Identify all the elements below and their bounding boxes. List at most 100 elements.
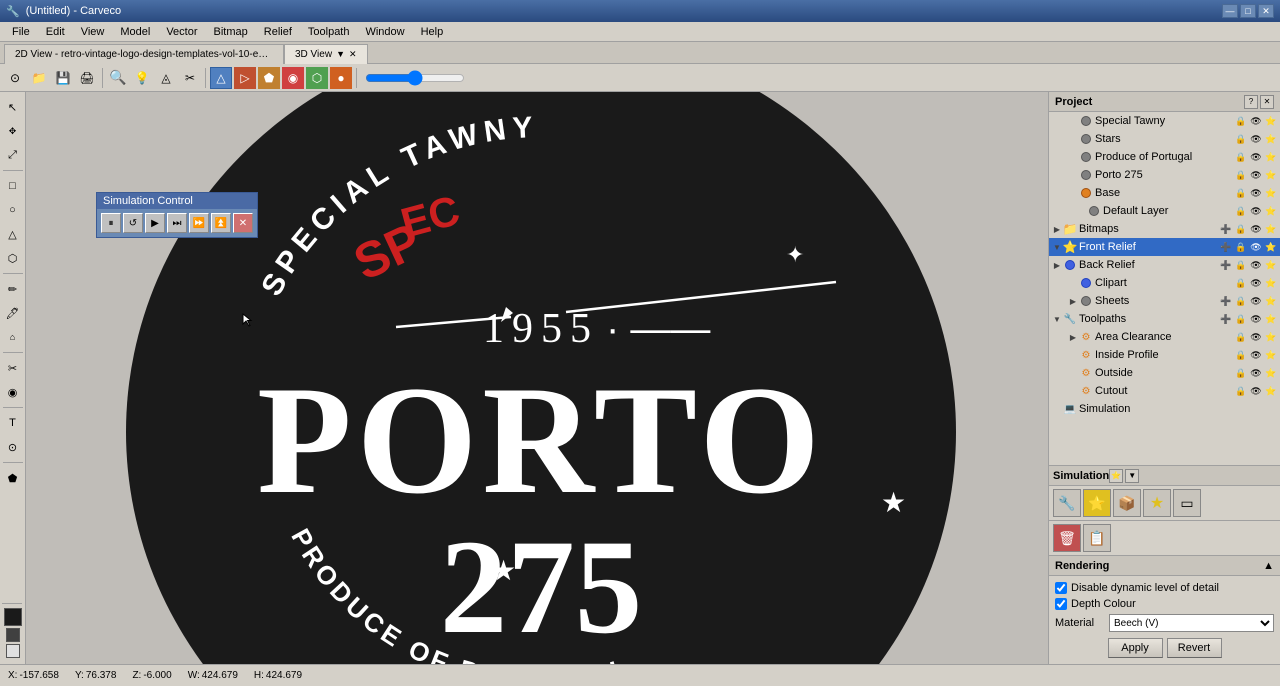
menu-item-help[interactable]: Help <box>413 24 452 40</box>
tree-action-vis[interactable]: 👁 <box>1249 204 1263 218</box>
menu-item-bitmap[interactable]: Bitmap <box>206 24 256 40</box>
tree-action-vis[interactable]: 👁 <box>1249 240 1263 254</box>
tab-dropdown-icon[interactable]: ▼ <box>336 49 345 59</box>
toolbar-zoom[interactable]: 🔍 <box>107 67 129 89</box>
tree-item-special-tawny[interactable]: Special Tawny 🔒 👁 ⭐ <box>1049 112 1280 130</box>
tree-action-star[interactable]: ⭐ <box>1264 186 1278 200</box>
tree-item-default-layer[interactable]: Default Layer 🔒 👁 ⭐ <box>1049 202 1280 220</box>
tree-action-lock[interactable]: 🔒 <box>1234 276 1248 290</box>
menu-item-file[interactable]: File <box>4 24 38 40</box>
menu-item-toolpath[interactable]: Toolpath <box>300 24 358 40</box>
tool-poly[interactable]: △ <box>2 223 24 245</box>
tree-action-vis[interactable]: 👁 <box>1249 186 1263 200</box>
tree-action-star[interactable]: ⭐ <box>1264 222 1278 236</box>
tool-select[interactable]: ↖ <box>2 96 24 118</box>
tree-action-vis[interactable]: 👁 <box>1249 330 1263 344</box>
sim-tool-layers[interactable]: 📋 <box>1083 524 1111 552</box>
sim-header-btn2[interactable]: ▼ <box>1125 469 1139 483</box>
sim-tool-delete[interactable]: 🗑 <box>1053 524 1081 552</box>
tree-item-clipart[interactable]: Clipart 🔒 👁 ⭐ <box>1049 274 1280 292</box>
tree-item-outside[interactable]: ⚙ Outside 🔒 👁 ⭐ <box>1049 364 1280 382</box>
tab-2d-view[interactable]: 2D View - retro-vintage-logo-design-temp… <box>4 44 284 64</box>
tree-action-vis[interactable]: 👁 <box>1249 276 1263 290</box>
tree-action-lock[interactable]: 🔒 <box>1234 168 1248 182</box>
toolbar-open[interactable]: 📁 <box>28 67 50 89</box>
tree-action-vis[interactable]: 👁 <box>1249 150 1263 164</box>
depth-colour-checkbox[interactable] <box>1055 598 1067 610</box>
rendering-section-header[interactable]: Rendering ▲ <box>1049 556 1280 576</box>
toolbar-print[interactable]: 🖨 <box>76 67 98 89</box>
tree-action-lock[interactable]: 🔒 <box>1234 348 1248 362</box>
toolbar-mesh[interactable]: ◬ <box>155 67 177 89</box>
tree-item-area-clearance[interactable]: ▶ ⚙ Area Clearance 🔒 👁 ⭐ <box>1049 328 1280 346</box>
tool-pencil[interactable]: ✏ <box>2 278 24 300</box>
tree-item-base[interactable]: Base 🔒 👁 ⭐ <box>1049 184 1280 202</box>
tree-action-lock[interactable]: 🔒 <box>1234 330 1248 344</box>
tool-rect[interactable]: □ <box>2 175 24 197</box>
tree-action-vis[interactable]: 👁 <box>1249 348 1263 362</box>
tool-spiro[interactable]: ⌂ <box>2 326 24 348</box>
menu-item-model[interactable]: Model <box>112 24 158 40</box>
tool-node[interactable]: ✥ <box>2 120 24 142</box>
tree-action-star[interactable]: ⭐ <box>1264 312 1278 326</box>
sim-close-button[interactable]: ✕ <box>233 213 253 233</box>
toolbar-relief3[interactable]: ⬟ <box>258 67 280 89</box>
tree-item-inside-profile[interactable]: ⚙ Inside Profile 🔒 👁 ⭐ <box>1049 346 1280 364</box>
zoom-slider[interactable] <box>365 70 465 86</box>
canvas-area[interactable]: PORTO 275 1955 · —— SPECIAL TAWNY SP EC <box>26 92 1048 664</box>
toolbar-save[interactable]: 💾 <box>52 67 74 89</box>
toolbar-relief5[interactable]: ⬡ <box>306 67 328 89</box>
menu-item-window[interactable]: Window <box>357 24 412 40</box>
tool-scissors[interactable]: ✂ <box>2 357 24 379</box>
toolbar-cut[interactable]: ✂ <box>179 67 201 89</box>
tool-relief[interactable]: ⬟ <box>2 467 24 489</box>
tree-action-lock[interactable]: 🔒 <box>1234 294 1248 308</box>
minimize-button[interactable]: — <box>1222 4 1238 18</box>
tree-action-star[interactable]: ⭐ <box>1264 114 1278 128</box>
tree-action-vis[interactable]: 👁 <box>1249 294 1263 308</box>
tree-action-vis[interactable]: 👁 <box>1249 384 1263 398</box>
revert-button[interactable]: Revert <box>1167 638 1222 658</box>
toolbar-relief6[interactable]: ● <box>330 67 352 89</box>
tool-symbol[interactable]: ⊙ <box>2 436 24 458</box>
toolbar-new[interactable]: ⊙ <box>4 67 26 89</box>
tree-item-front-relief[interactable]: ▼ ⭐ Front Relief ➕ 🔒 👁 ⭐ <box>1049 238 1280 256</box>
dyn-lod-checkbox[interactable] <box>1055 582 1067 594</box>
simulation-section-header[interactable]: Simulation ⭐ ▼ <box>1049 466 1280 486</box>
tab-close-icon[interactable]: ✕ <box>349 49 357 60</box>
sim-pause-button[interactable]: ⏸ <box>101 213 121 233</box>
tree-action-add[interactable]: ➕ <box>1219 294 1233 308</box>
tree-item-back-relief[interactable]: ▶ Back Relief ➕ 🔒 👁 ⭐ <box>1049 256 1280 274</box>
tree-action-vis[interactable]: 👁 <box>1249 312 1263 326</box>
tree-action-lock[interactable]: 🔒 <box>1234 258 1248 272</box>
toolbar-light[interactable]: 💡 <box>131 67 153 89</box>
close-button[interactable]: ✕ <box>1258 4 1274 18</box>
color-swatch-black[interactable] <box>4 608 22 626</box>
tree-action-star[interactable]: ⭐ <box>1264 384 1278 398</box>
tree-action-star[interactable]: ⭐ <box>1264 294 1278 308</box>
tree-action-vis[interactable]: 👁 <box>1249 114 1263 128</box>
apply-button[interactable]: Apply <box>1108 638 1163 658</box>
sim-tool-btn-3[interactable]: 📦 <box>1113 489 1141 517</box>
tree-action-vis[interactable]: 👁 <box>1249 132 1263 146</box>
color-swatch-dark[interactable] <box>6 628 20 642</box>
tree-action-star[interactable]: ⭐ <box>1264 330 1278 344</box>
tree-action-star[interactable]: ⭐ <box>1264 240 1278 254</box>
tree-item-stars[interactable]: Stars 🔒 👁 ⭐ <box>1049 130 1280 148</box>
maximize-button[interactable]: □ <box>1240 4 1256 18</box>
menu-item-edit[interactable]: Edit <box>38 24 73 40</box>
material-select[interactable]: Beech (V) Oak Pine Mahogany Walnut <box>1109 614 1274 632</box>
tree-action-lock[interactable]: 🔒 <box>1234 114 1248 128</box>
project-close-button[interactable]: ✕ <box>1260 95 1274 109</box>
tab-3d-view[interactable]: 3D View ▼ ✕ <box>284 44 368 64</box>
sim-tool-btn-1[interactable]: 🔧 <box>1053 489 1081 517</box>
sim-tool-btn-2[interactable]: ⭐ <box>1083 489 1111 517</box>
tree-action-vis[interactable]: 👁 <box>1249 222 1263 236</box>
tree-action-add[interactable]: ➕ <box>1219 258 1233 272</box>
tree-action-star[interactable]: ⭐ <box>1264 366 1278 380</box>
sim-skip-button[interactable]: ⏫ <box>211 213 231 233</box>
tree-action-add[interactable]: ➕ <box>1219 222 1233 236</box>
menu-item-view[interactable]: View <box>73 24 113 40</box>
color-swatch-light[interactable] <box>6 644 20 658</box>
tree-action-star[interactable]: ⭐ <box>1264 276 1278 290</box>
